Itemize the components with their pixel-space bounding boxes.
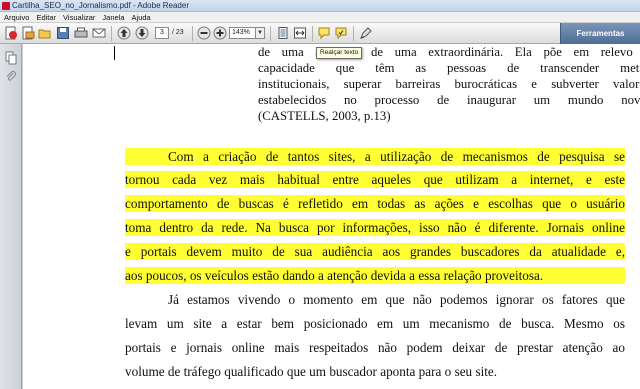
- highlight-tooltip: Realçar texto: [316, 47, 363, 59]
- zoom-level-input[interactable]: 143%: [229, 27, 256, 39]
- menu-arquivo[interactable]: Arquivo: [0, 12, 32, 23]
- navigation-sidebar: [0, 44, 22, 389]
- menu-bar: Arquivo Editar Visualizar Janela Ajuda: [0, 12, 640, 23]
- quote-line: estabelecidos no processo de inaugurar u…: [258, 93, 640, 107]
- quote-citation: (CASTELLS, 2003, p.13): [258, 109, 391, 123]
- highlighted-line[interactable]: aos poucos, os veículos estão dando a at…: [125, 267, 625, 284]
- menu-janela[interactable]: Janela: [98, 12, 127, 23]
- quote-line: capacidade que têm as pessoas de transce…: [258, 61, 640, 75]
- create-pdf-icon[interactable]: [4, 26, 18, 40]
- paragraph-line: portais e jornais online mais respeitado…: [125, 340, 625, 355]
- email-icon[interactable]: [92, 26, 106, 40]
- toolbar-separator: [111, 26, 112, 41]
- page-number-input[interactable]: 3: [155, 27, 169, 39]
- document-page: de uma aventura de uma extraordinária. E…: [23, 44, 640, 389]
- sign-tool-icon[interactable]: [359, 26, 373, 40]
- quote-line: institucionais, superar barreiras burocr…: [258, 77, 640, 91]
- highlighted-line[interactable]: e portais devem muito de sua audiência a…: [125, 243, 625, 260]
- print-icon[interactable]: [74, 26, 88, 40]
- highlighted-line[interactable]: comportamento de buscas é refletido em t…: [125, 195, 625, 212]
- page-thumbnails-icon[interactable]: [5, 51, 17, 65]
- adobe-reader-icon: [2, 2, 10, 10]
- text-cursor: [114, 46, 115, 60]
- comment-icon[interactable]: [317, 26, 331, 40]
- toolbar: 3 / 23 143% ▼ Ferramentas: [0, 23, 640, 44]
- highlighted-line[interactable]: tornou cada vez mais habitual entre aque…: [125, 171, 625, 188]
- page-total: / 23: [172, 29, 184, 36]
- previous-page-icon[interactable]: [117, 26, 131, 40]
- toolbar-separator: [312, 26, 313, 41]
- window-title: Cartilha_SEO_no_Jornalismo.pdf - Adobe R…: [12, 1, 189, 10]
- paragraph-line: Já estamos vivendo o momento em que não …: [168, 292, 625, 307]
- fit-page-icon[interactable]: [276, 26, 290, 40]
- menu-editar[interactable]: Editar: [32, 12, 59, 23]
- menu-visualizar[interactable]: Visualizar: [59, 12, 98, 23]
- paragraph-line: levam um site a estar bem posicionado em…: [125, 316, 625, 331]
- title-bar: Cartilha_SEO_no_Jornalismo.pdf - Adobe R…: [0, 0, 640, 12]
- edit-pdf-icon[interactable]: [21, 26, 35, 40]
- toolbar-separator: [353, 26, 354, 41]
- attachments-icon[interactable]: [5, 70, 17, 84]
- highlight-text-icon[interactable]: [334, 26, 348, 40]
- toolbar-separator: [192, 26, 193, 41]
- highlighted-line[interactable]: Com a criação de tantos sites, a utiliza…: [125, 148, 625, 165]
- zoom-out-icon[interactable]: [197, 26, 211, 40]
- paragraph-line: volume de tráfego qualificado que um bus…: [125, 364, 498, 379]
- toolbar-separator: [270, 26, 271, 41]
- fit-width-icon[interactable]: [293, 26, 307, 40]
- save-icon[interactable]: [56, 26, 70, 40]
- chevron-down-icon[interactable]: ▼: [256, 27, 265, 39]
- zoom-in-icon[interactable]: [213, 26, 227, 40]
- open-folder-icon[interactable]: [38, 26, 52, 40]
- highlighted-line[interactable]: toma dentro da rede. Na busca por inform…: [125, 219, 625, 236]
- menu-ajuda[interactable]: Ajuda: [128, 12, 154, 23]
- tools-panel-button[interactable]: Ferramentas: [560, 23, 640, 44]
- next-page-icon[interactable]: [135, 26, 149, 40]
